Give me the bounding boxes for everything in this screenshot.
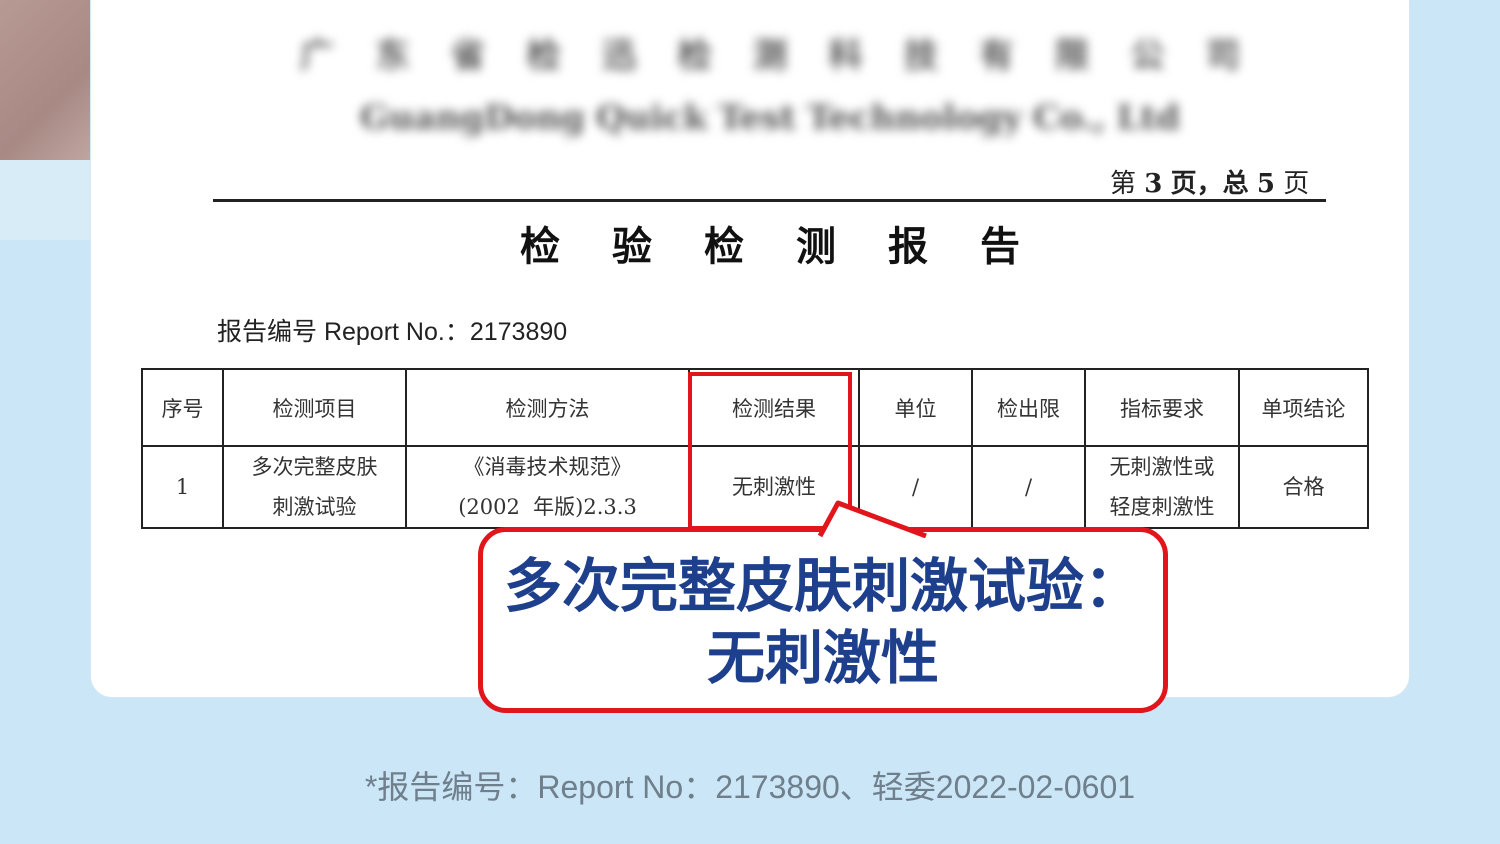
cell-detection-limit: / [971, 445, 1086, 529]
company-word: Technology [807, 98, 1022, 138]
header-index: 序号 [141, 368, 224, 447]
cell-conclusion: 合格 [1238, 445, 1369, 529]
company-char: 检 [677, 36, 712, 76]
company-char: 科 [828, 36, 863, 76]
company-char: 检 [526, 36, 561, 76]
company-word: Quick [595, 98, 708, 138]
cell-requirement-line: 轻度刺激性 [1109, 495, 1215, 519]
company-char: 迅 [602, 36, 636, 76]
company-char: 测 [753, 36, 787, 76]
company-name-cn: 广 东 省 检 迅 检 测 科 技 有 限 公 司 [300, 28, 1240, 77]
cell-method: 《消毒技术规范》 (2002 年版)2.3.3 [405, 445, 690, 529]
company-char: 技 [904, 36, 938, 76]
page-current: 3 [1144, 169, 1163, 199]
company-char: 省 [451, 36, 485, 76]
cell-item-line: 多次完整皮肤 [251, 455, 378, 479]
header-conclusion: 单项结论 [1238, 368, 1369, 447]
page-indicator: 第 3 页，总 5 页 [1110, 163, 1309, 200]
company-char: 东 [375, 36, 410, 76]
callout-text: 多次完整皮肤刺激试验： 无刺激性 [478, 550, 1168, 694]
title-char: 验 [612, 223, 652, 270]
company-word: Ltd [1116, 98, 1180, 138]
header-unit: 单位 [858, 368, 973, 447]
cell-item-line: 刺激试验 [272, 495, 357, 519]
page-total: 5 [1256, 169, 1276, 199]
callout-line-2: 无刺激性 [706, 624, 939, 692]
cell-method-line: (2002 年版)2.3.3 [458, 495, 637, 519]
title-char: 检 [520, 223, 560, 270]
header-divider [213, 199, 1326, 202]
company-word: Test [718, 98, 797, 138]
cell-requirement: 无刺激性或 轻度刺激性 [1084, 445, 1240, 529]
cell-item: 多次完整皮肤 刺激试验 [222, 445, 407, 529]
company-char: 司 [1206, 36, 1240, 76]
page-suffix: 页 [1283, 169, 1310, 199]
cell-requirement-line: 无刺激性或 [1109, 455, 1215, 479]
company-char: 有 [979, 36, 1014, 76]
company-char: 限 [1055, 36, 1089, 76]
header-requirement: 指标要求 [1084, 368, 1240, 447]
report-number: 报告编号 Report No.：2173890 [217, 318, 568, 346]
page-prefix: 第 [1110, 169, 1137, 199]
callout-line-1: 多次完整皮肤刺激试验： [503, 552, 1142, 620]
page-middle: 页，总 [1170, 169, 1249, 199]
title-char: 告 [980, 223, 1020, 270]
company-name-en: GuangDong Quick Test Technology Co., Ltd [360, 98, 1180, 138]
company-char: 广 [300, 36, 334, 76]
title-char: 检 [704, 223, 744, 270]
cell-method-line: 《消毒技术规范》 [463, 455, 632, 479]
cell-index: 1 [141, 445, 224, 529]
company-word: Co., [1032, 98, 1106, 138]
title-char: 报 [888, 223, 928, 270]
footnote: *报告编号：Report No：2173890、轻委2022-02-0601 [364, 769, 1136, 805]
header-detection-limit: 检出限 [971, 368, 1086, 447]
title-char: 测 [796, 223, 836, 270]
document-title: 检 验 检 测 报 告 [520, 214, 1020, 272]
callout-tail [817, 500, 928, 538]
company-word: GuangDong [360, 98, 585, 138]
header-method: 检测方法 [405, 368, 690, 447]
header-item: 检测项目 [222, 368, 407, 447]
company-char: 公 [1130, 36, 1165, 76]
